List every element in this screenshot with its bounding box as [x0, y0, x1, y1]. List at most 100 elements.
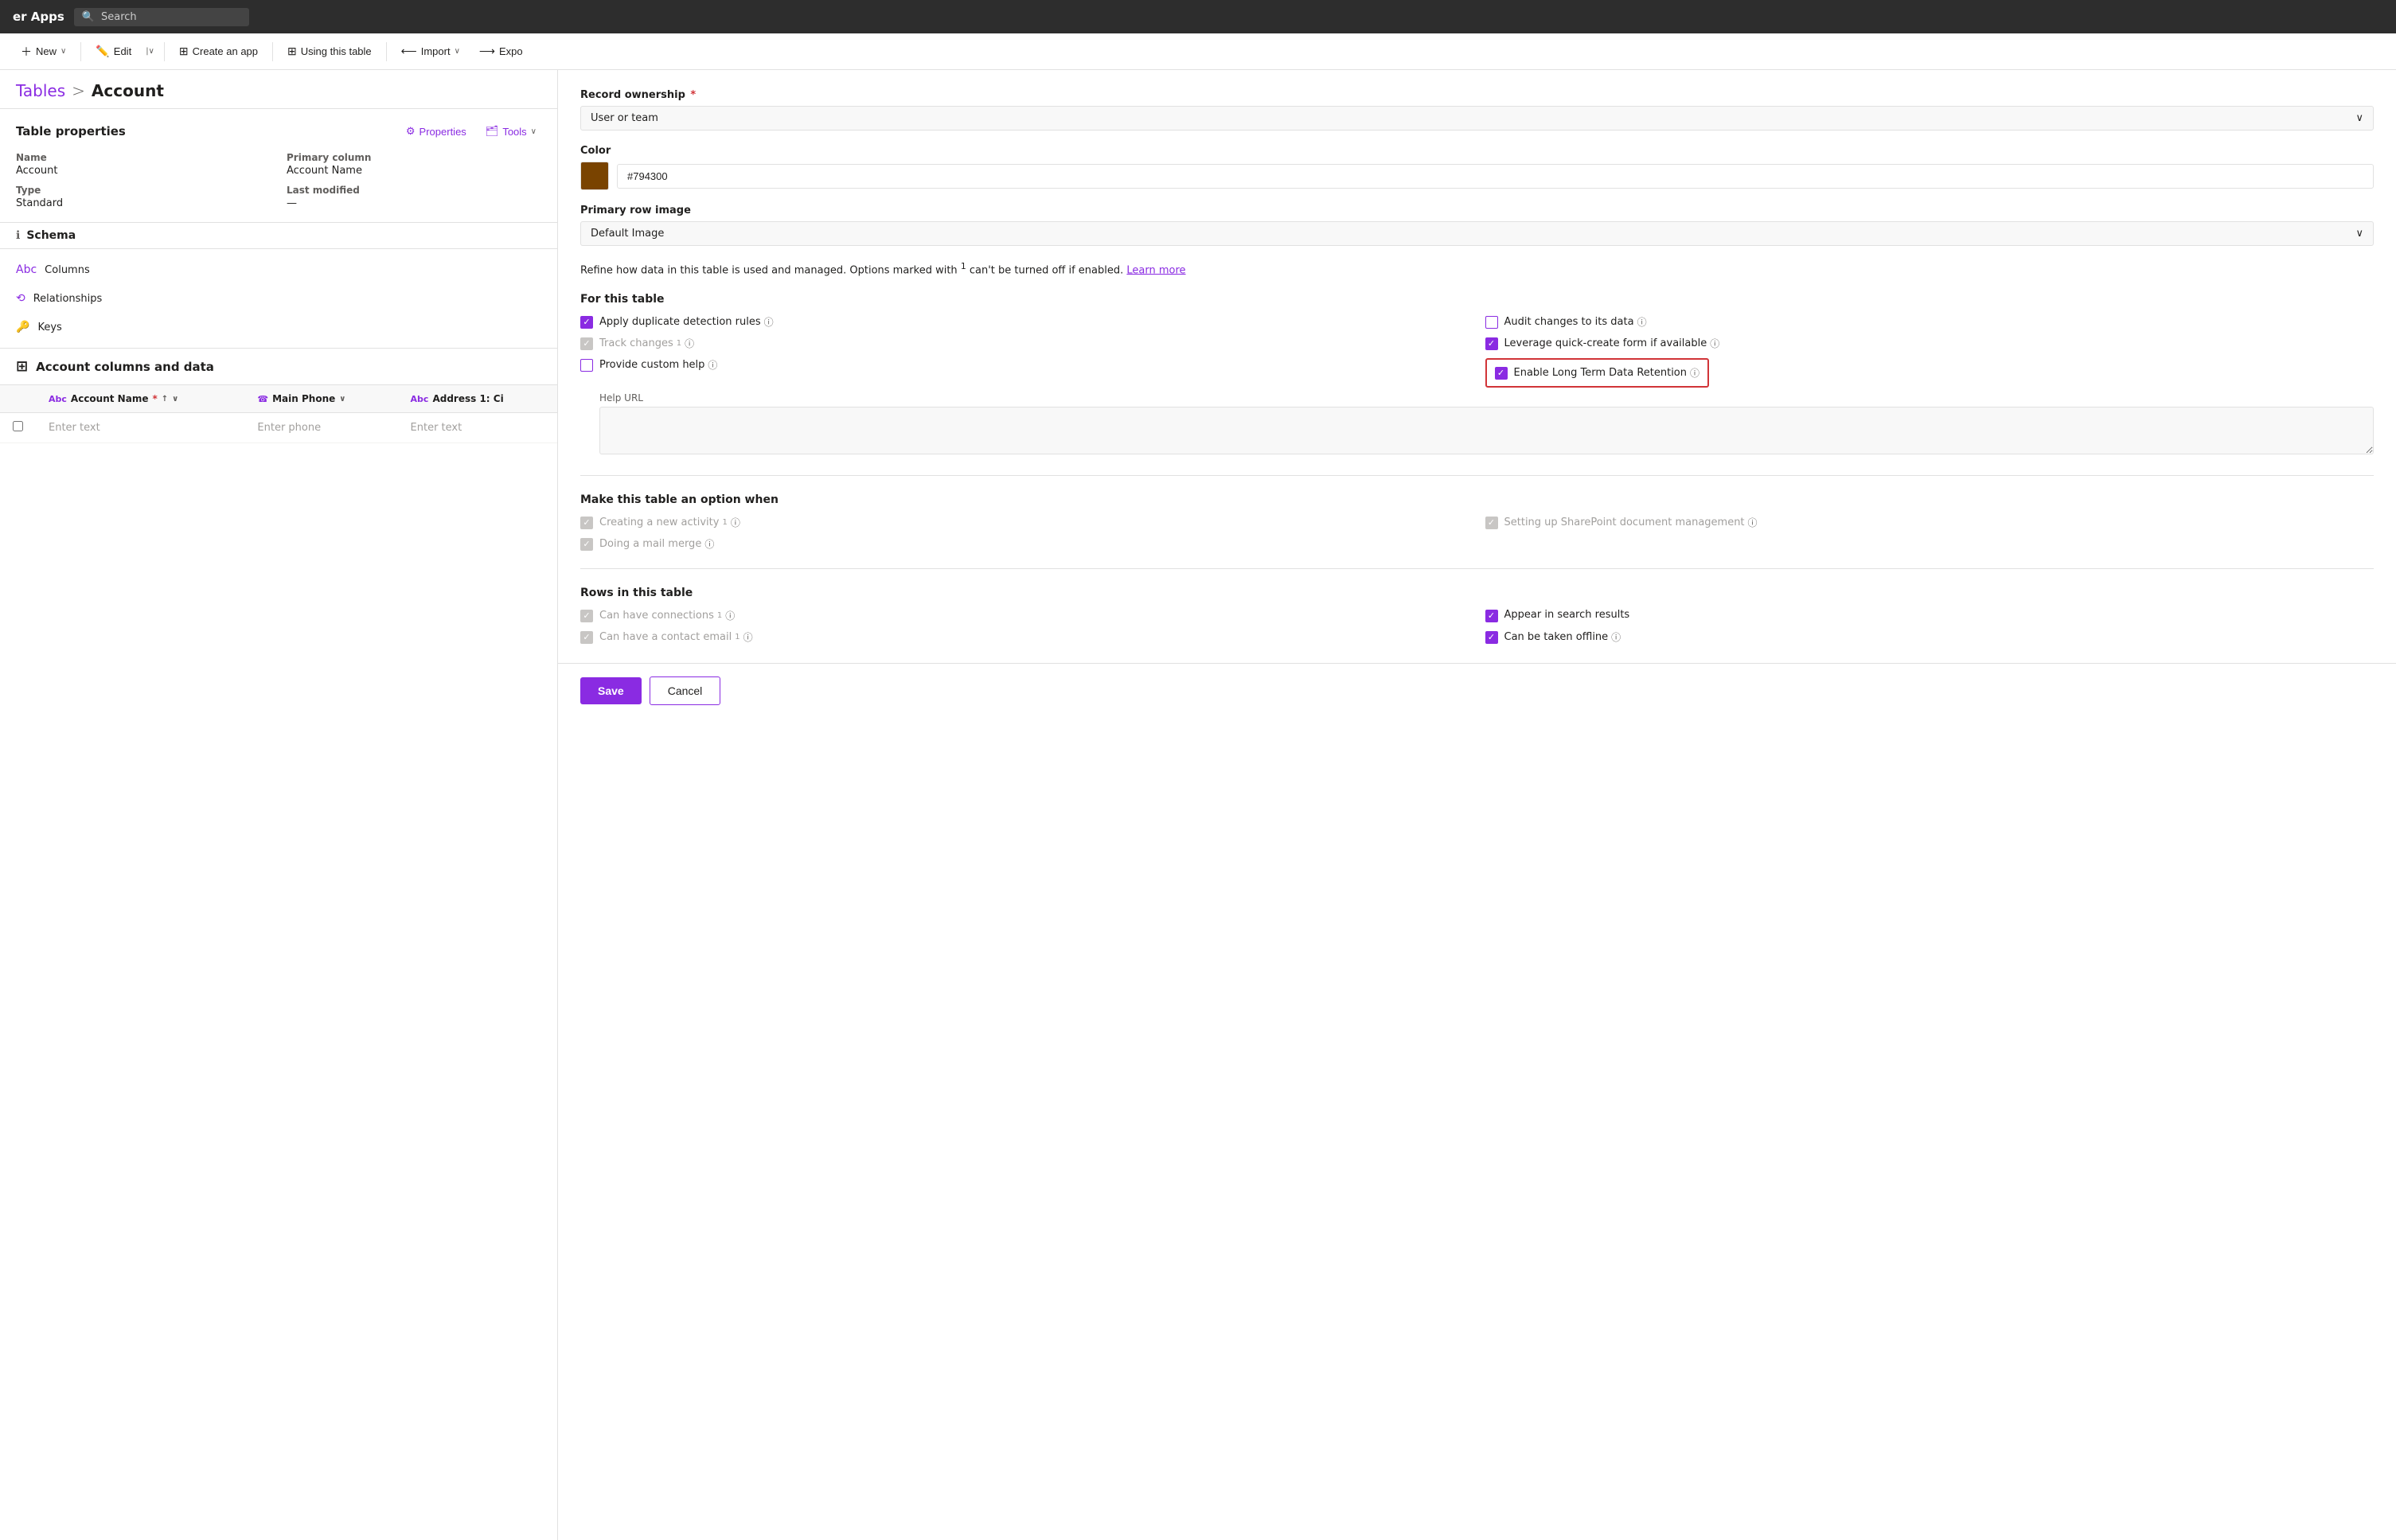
account-name-sort-icon[interactable]: ↑: [162, 395, 168, 404]
audit-changes-info-icon[interactable]: ⓘ: [1637, 315, 1647, 329]
schema-nav-columns[interactable]: Abc Columns: [0, 255, 557, 284]
mail-merge-label: Doing a mail merge: [599, 538, 701, 550]
export-button[interactable]: ⟶ Expo: [471, 40, 531, 63]
name-label: Name: [16, 152, 271, 163]
color-group: Color: [580, 145, 2374, 190]
mail-merge-checkbox: ✓: [580, 538, 593, 551]
edit-button[interactable]: ✏️ Edit: [88, 40, 139, 63]
rows-in-table-grid: ✓ Can have connections 1 ⓘ ✓ Appear in s…: [580, 609, 2374, 644]
leverage-quick-label: Leverage quick-create form if available: [1504, 337, 1707, 349]
tools-button[interactable]: 🗂 Tools ∨: [481, 122, 541, 141]
top-bar: er Apps 🔍 Search: [0, 0, 2396, 33]
table-container[interactable]: Abc Account Name * ↑ ∨ ☎ Mai: [0, 385, 557, 1540]
taken-offline-label: Can be taken offline: [1504, 631, 1609, 643]
toolbar-separator: [80, 42, 81, 61]
schema-nav-keys[interactable]: 🔑 Keys: [0, 313, 557, 341]
creating-activity-info-icon[interactable]: ⓘ: [731, 516, 740, 529]
td-account-name[interactable]: Enter text: [36, 413, 244, 443]
help-url-input[interactable]: [599, 407, 2374, 454]
table-properties-section: Table properties ⚙ Properties 🗂 Tools ∨ …: [0, 109, 557, 223]
export-icon: ⟶: [479, 45, 495, 58]
toolbar: ＋ New ∨ ✏️ Edit |∨ ⊞ Create an app ⊞ Usi…: [0, 33, 2396, 70]
relationships-nav-label: Relationships: [33, 293, 103, 305]
save-button[interactable]: Save: [580, 677, 642, 704]
leverage-quick-info-icon[interactable]: ⓘ: [1710, 337, 1719, 350]
apply-dup-checkbox[interactable]: ✓: [580, 316, 593, 329]
color-label: Color: [580, 145, 2374, 157]
primary-column-label: Primary column: [287, 152, 541, 163]
name-prop: Name Account: [16, 152, 271, 177]
properties-button[interactable]: ⚙ Properties: [401, 122, 471, 141]
color-input[interactable]: [617, 164, 2374, 189]
audit-changes-checkbox[interactable]: ✓: [1485, 316, 1498, 329]
taken-offline-checkbox[interactable]: ✓: [1485, 631, 1498, 644]
columns-section: ⊞ Account columns and data Abc Account N…: [0, 348, 557, 1540]
apply-dup-label: Apply duplicate detection rules: [599, 316, 761, 328]
tables-breadcrumb-link[interactable]: Tables: [16, 81, 65, 100]
new-button[interactable]: ＋ New ∨: [13, 39, 74, 64]
address-type-icon: Abc: [411, 394, 429, 404]
refine-text: Refine how data in this table is used an…: [580, 260, 2374, 279]
main-phone-placeholder: Enter phone: [257, 422, 321, 434]
track-changes-checkbox: ✓: [580, 337, 593, 350]
enable-long-term-info-icon[interactable]: ⓘ: [1690, 366, 1699, 380]
record-ownership-select[interactable]: User or team ∨: [580, 106, 2374, 131]
make-option-when-title: Make this table an option when: [580, 493, 2374, 506]
search-box[interactable]: 🔍 Search: [74, 8, 249, 26]
current-table-title: Account: [92, 81, 164, 100]
mail-merge-item: ✓ Doing a mail merge ⓘ: [580, 537, 1469, 551]
relationships-icon: ⟲: [16, 292, 25, 305]
taken-offline-info-icon[interactable]: ⓘ: [1611, 630, 1621, 644]
tools-caret-icon: ∨: [531, 127, 537, 136]
main-layout: Tables > Account Table properties ⚙ Prop…: [0, 70, 2396, 1540]
sharepoint-info-icon[interactable]: ⓘ: [1748, 516, 1758, 529]
search-placeholder: Search: [101, 11, 137, 23]
main-phone-col-label: Main Phone: [272, 393, 335, 404]
record-ownership-group: Record ownership * User or team ∨: [580, 89, 2374, 131]
schema-nav-relationships[interactable]: ⟲ Relationships: [0, 284, 557, 313]
contact-email-info-icon[interactable]: ⓘ: [743, 630, 753, 644]
main-phone-col-caret[interactable]: ∨: [339, 395, 345, 404]
edit-caret-icon[interactable]: |∨: [142, 47, 158, 56]
provide-custom-help-info-icon[interactable]: ⓘ: [708, 358, 717, 372]
th-main-phone[interactable]: ☎ Main Phone ∨: [244, 385, 397, 413]
enable-long-term-checkbox[interactable]: ✓: [1495, 367, 1508, 380]
cancel-button[interactable]: Cancel: [650, 676, 721, 705]
address-placeholder: Enter text: [411, 422, 462, 434]
can-connections-super: 1: [717, 611, 722, 620]
provide-custom-help-item: Provide custom help ⓘ: [580, 358, 1469, 388]
track-changes-info-icon[interactable]: ⓘ: [685, 337, 694, 350]
schema-label: Schema: [26, 229, 76, 242]
divider-1: [580, 475, 2374, 476]
columns-section-icon: ⊞: [16, 358, 28, 375]
breadcrumb: Tables > Account: [0, 70, 557, 109]
using-table-icon: ⊞: [287, 45, 297, 58]
leverage-quick-checkbox[interactable]: ✓: [1485, 337, 1498, 350]
using-table-button[interactable]: ⊞ Using this table: [279, 40, 380, 63]
toolbar-separator-3: [272, 42, 273, 61]
address-col-label: Address 1: Ci: [432, 393, 503, 404]
td-address[interactable]: Enter text: [398, 413, 557, 443]
import-caret-icon: ∨: [455, 47, 460, 56]
apply-dup-info-icon[interactable]: ⓘ: [764, 315, 774, 329]
contact-email-super: 1: [735, 633, 739, 641]
learn-more-link[interactable]: Learn more: [1126, 264, 1185, 276]
th-address[interactable]: Abc Address 1: Ci: [398, 385, 557, 413]
can-connections-info-icon[interactable]: ⓘ: [725, 609, 735, 622]
td-main-phone[interactable]: Enter phone: [244, 413, 397, 443]
account-name-col-caret[interactable]: ∨: [172, 395, 178, 404]
create-app-button[interactable]: ⊞ Create an app: [171, 40, 266, 63]
color-swatch[interactable]: [580, 162, 609, 190]
import-button[interactable]: ⟵ Import ∨: [393, 40, 468, 63]
mail-merge-info-icon[interactable]: ⓘ: [704, 537, 714, 551]
provide-custom-help-checkbox[interactable]: [580, 359, 593, 372]
provide-custom-help-label: Provide custom help: [599, 359, 704, 371]
appear-search-checkbox[interactable]: ✓: [1485, 610, 1498, 622]
primary-row-image-select[interactable]: Default Image ∨: [580, 221, 2374, 246]
td-checkbox[interactable]: [0, 413, 36, 443]
creating-activity-checkbox: ✓: [580, 517, 593, 529]
rows-in-table-section: Rows in this table ✓ Can have connection…: [580, 587, 2374, 644]
row-checkbox[interactable]: [13, 421, 23, 431]
left-panel: Tables > Account Table properties ⚙ Prop…: [0, 70, 557, 1540]
th-account-name[interactable]: Abc Account Name * ↑ ∨: [36, 385, 244, 413]
